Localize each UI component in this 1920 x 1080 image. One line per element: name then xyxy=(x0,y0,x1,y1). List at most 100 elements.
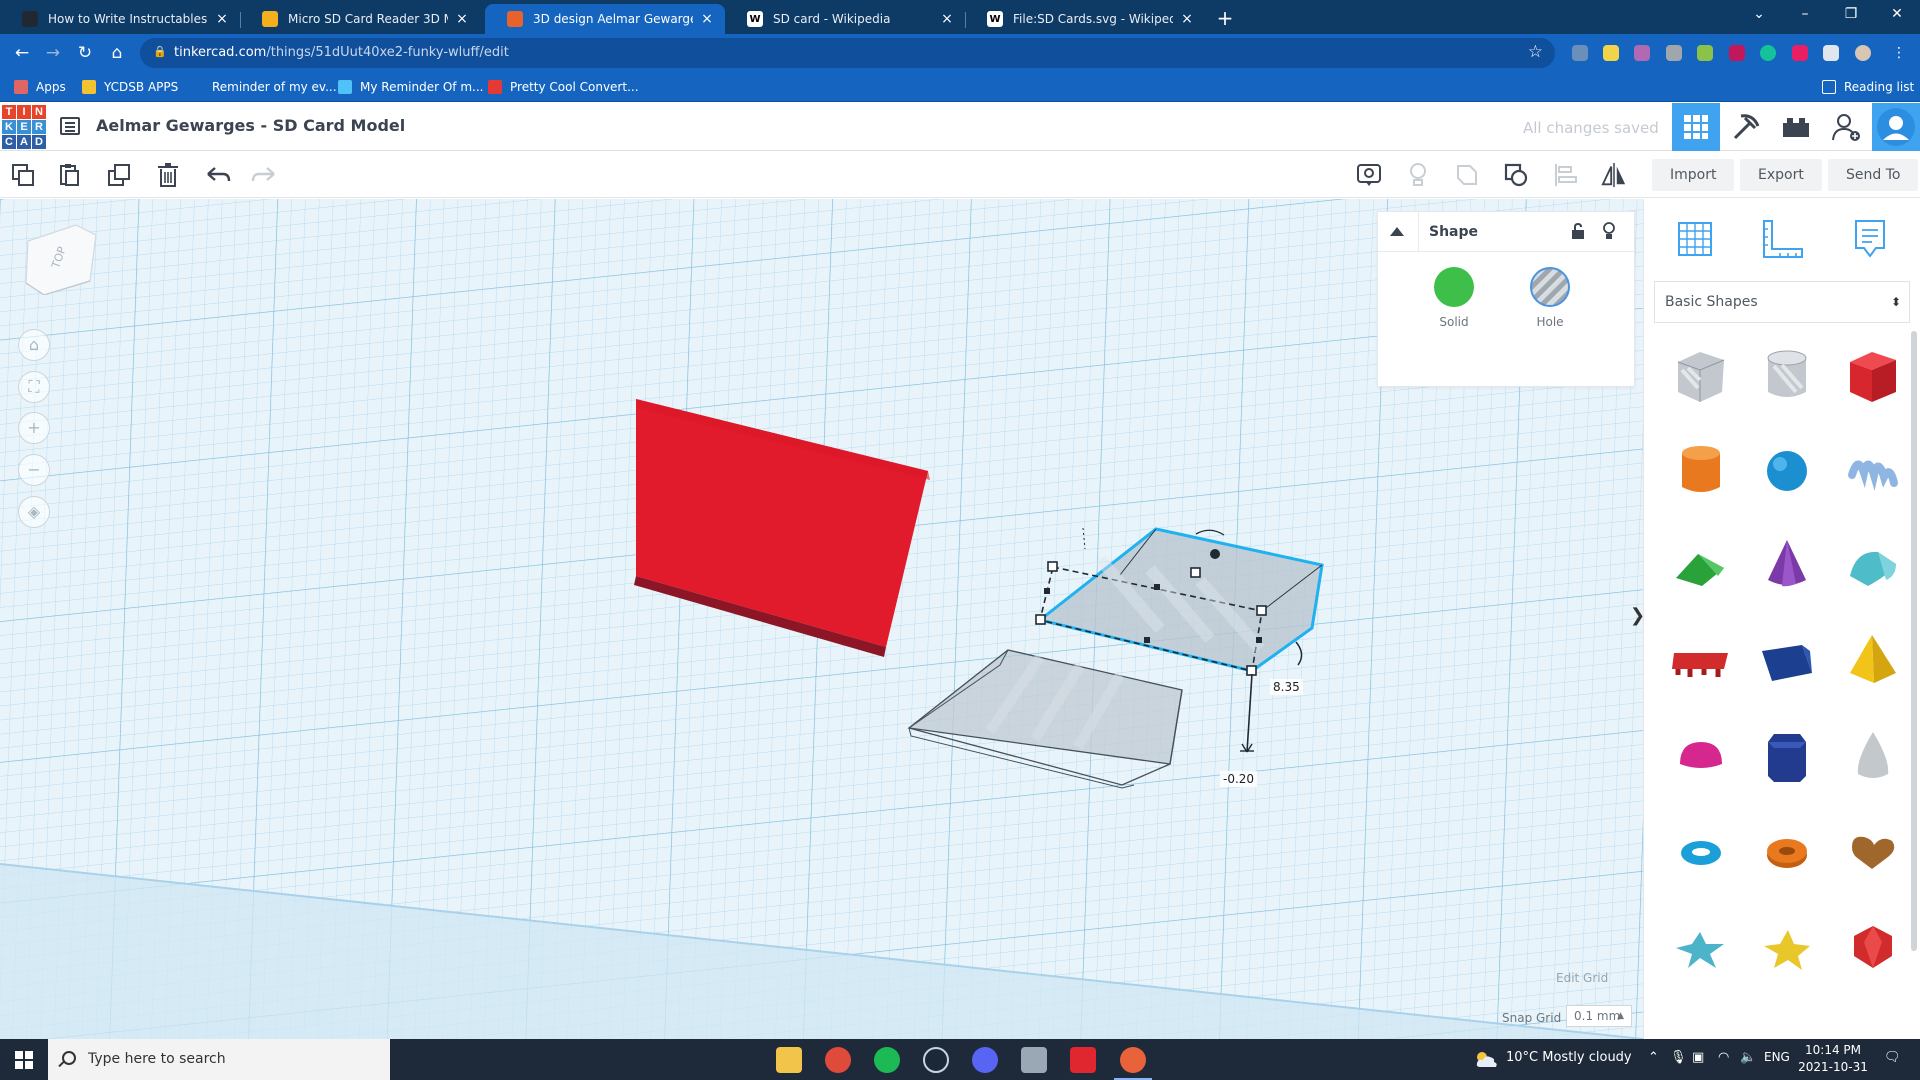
bookmark-ycdsb[interactable]: YCDSB APPS xyxy=(82,79,178,95)
bookmark-star-icon[interactable]: ☆ xyxy=(1528,42,1543,62)
workplane-tool-button[interactable] xyxy=(1668,215,1720,263)
back-arrow-icon[interactable]: ← xyxy=(9,41,35,67)
solid-color-swatch[interactable] xyxy=(1434,267,1474,307)
extensions-puzzle-icon[interactable] xyxy=(1823,45,1839,61)
bookmark-my-reminder[interactable]: My Reminder Of m... xyxy=(338,79,483,95)
duplicate-button[interactable] xyxy=(106,162,132,188)
perspective-button[interactable]: ◈ xyxy=(18,496,50,528)
solid-option[interactable]: Solid xyxy=(1424,267,1484,329)
close-tab-icon[interactable]: × xyxy=(939,11,955,27)
shape-text[interactable] xyxy=(1666,625,1736,695)
url-text[interactable]: tinkercad.com/things/51dUut40xe2-funky-w… xyxy=(174,45,509,60)
hole-swatch[interactable] xyxy=(1530,267,1570,307)
shape-tube[interactable] xyxy=(1752,815,1822,885)
home-icon[interactable]: ⌂ xyxy=(104,41,130,67)
ruler-tool-button[interactable] xyxy=(1756,215,1808,263)
extension-icon[interactable] xyxy=(1603,45,1619,61)
browser-tab[interactable]: Micro SD Card Reader 3D Model × xyxy=(240,4,480,34)
shape-cone[interactable] xyxy=(1752,530,1822,600)
shape-cylinder-hole[interactable] xyxy=(1752,340,1822,410)
tinkercad-logo[interactable]: T I N K E R C A D xyxy=(2,105,46,149)
extension-icon[interactable] xyxy=(1572,45,1588,61)
group-button[interactable] xyxy=(1454,162,1480,188)
steam-icon[interactable] xyxy=(923,1047,949,1073)
shape-star-gold[interactable] xyxy=(1752,910,1822,980)
shape-gem[interactable] xyxy=(1838,910,1908,980)
tab-search-chevron-icon[interactable]: ⌄ xyxy=(1736,0,1782,30)
redo-button[interactable] xyxy=(251,162,277,188)
paste-button[interactable] xyxy=(57,162,83,188)
view-cube[interactable]: TOP xyxy=(24,221,98,296)
browser-tab[interactable]: W SD card - Wikipedia × xyxy=(725,4,965,34)
chrome-icon[interactable] xyxy=(825,1047,851,1073)
taskbar-search-box[interactable]: Type here to search xyxy=(48,1039,390,1080)
mirror-button[interactable] xyxy=(1601,162,1627,188)
grammarly-icon[interactable] xyxy=(1760,45,1776,61)
extension-icon[interactable] xyxy=(1792,45,1808,61)
spotify-icon[interactable] xyxy=(874,1047,900,1073)
extension-icon[interactable] xyxy=(1666,45,1682,61)
discord-icon[interactable] xyxy=(972,1047,998,1073)
zoom-in-button[interactable]: + xyxy=(18,412,50,444)
photos-app-icon[interactable] xyxy=(1021,1047,1047,1073)
browser-tab[interactable]: W File:SD Cards.svg - Wikipedia × xyxy=(965,4,1205,34)
bookmark-apps[interactable]: Apps xyxy=(14,79,66,95)
shape-category-select[interactable]: Basic Shapes ⬍ xyxy=(1654,281,1910,323)
shape-roof[interactable] xyxy=(1666,530,1736,600)
user-avatar[interactable] xyxy=(1872,103,1920,151)
shape-cylinder[interactable] xyxy=(1666,435,1736,505)
microphone-icon[interactable]: 🎙 xyxy=(1670,1050,1687,1065)
weather-text[interactable]: 10°C Mostly cloudy xyxy=(1506,1050,1632,1065)
shape-scribble[interactable] xyxy=(1838,435,1908,505)
volume-icon[interactable]: 🔈 xyxy=(1740,1050,1756,1065)
close-tab-icon[interactable]: × xyxy=(454,11,470,27)
shape-pyramid[interactable] xyxy=(1838,625,1908,695)
wifi-icon[interactable]: ◠ xyxy=(1718,1050,1729,1065)
amd-software-icon[interactable] xyxy=(1070,1047,1096,1073)
lock-icon[interactable] xyxy=(1570,222,1586,240)
browser-tab-active[interactable]: 3D design Aelmar Gewarges - SD × xyxy=(485,4,725,34)
notifications-icon[interactable]: 🗨 xyxy=(1884,1050,1901,1065)
workplane[interactable]: TOP ⌂ ⛶ + − ◈ Shape Solid Hole 8.35 -0.2… xyxy=(0,199,1643,1039)
shape-box[interactable] xyxy=(1838,340,1908,410)
windows-start-button[interactable] xyxy=(0,1039,48,1080)
extension-icon[interactable] xyxy=(1697,45,1713,61)
shape-box-hole[interactable] xyxy=(1666,340,1736,410)
new-tab-plus-icon[interactable]: + xyxy=(1212,6,1238,32)
send-to-button[interactable]: Send To xyxy=(1828,159,1919,191)
export-button[interactable]: Export xyxy=(1740,159,1822,191)
undo-button[interactable] xyxy=(205,162,231,188)
copy-button[interactable] xyxy=(10,162,36,188)
zoom-out-button[interactable]: − xyxy=(18,454,50,486)
home-view-button[interactable]: ⌂ xyxy=(18,329,50,361)
import-button[interactable]: Import xyxy=(1652,159,1735,191)
ungroup-button[interactable] xyxy=(1503,162,1529,188)
collapse-panel-chevron-icon[interactable]: ❯ xyxy=(1630,605,1645,626)
bookmark-converter[interactable]: Pretty Cool Convert... xyxy=(488,79,639,95)
design-title[interactable]: Aelmar Gewarges - SD Card Model xyxy=(96,116,405,135)
profile-avatar-icon[interactable] xyxy=(1855,45,1871,61)
elevation-dimension[interactable]: -0.20 xyxy=(1220,771,1258,787)
fit-view-button[interactable]: ⛶ xyxy=(18,371,50,403)
bricks-button[interactable] xyxy=(1772,103,1820,151)
shape-star[interactable] xyxy=(1666,910,1736,980)
add-user-button[interactable] xyxy=(1822,103,1870,151)
file-explorer-icon[interactable] xyxy=(776,1047,802,1073)
shape-torus[interactable] xyxy=(1666,815,1736,885)
shape-round-roof[interactable] xyxy=(1838,530,1908,600)
chrome-menu-icon[interactable]: ⋮ xyxy=(1886,41,1912,67)
close-window-icon[interactable]: ✕ xyxy=(1874,0,1920,30)
show-all-button[interactable] xyxy=(1405,162,1431,188)
reload-icon[interactable]: ↻ xyxy=(72,41,98,67)
3d-view-grid-button[interactable] xyxy=(1672,103,1720,151)
collapse-triangle-icon[interactable] xyxy=(1390,227,1404,236)
design-menu-icon[interactable] xyxy=(60,117,80,135)
address-bar[interactable]: 🔒 tinkercad.com/things/51dUut40xe2-funky… xyxy=(140,38,1555,68)
height-dimension[interactable]: 8.35 xyxy=(1270,679,1303,695)
reading-list[interactable]: Reading list xyxy=(1822,79,1914,95)
show-hidden-icons-chevron-icon[interactable]: ⌃ xyxy=(1648,1050,1659,1065)
shape-half-sphere[interactable] xyxy=(1666,720,1736,790)
notes-tool-button[interactable] xyxy=(1844,215,1896,263)
codeblocks-button[interactable] xyxy=(1722,103,1770,151)
close-tab-icon[interactable]: × xyxy=(214,11,230,27)
